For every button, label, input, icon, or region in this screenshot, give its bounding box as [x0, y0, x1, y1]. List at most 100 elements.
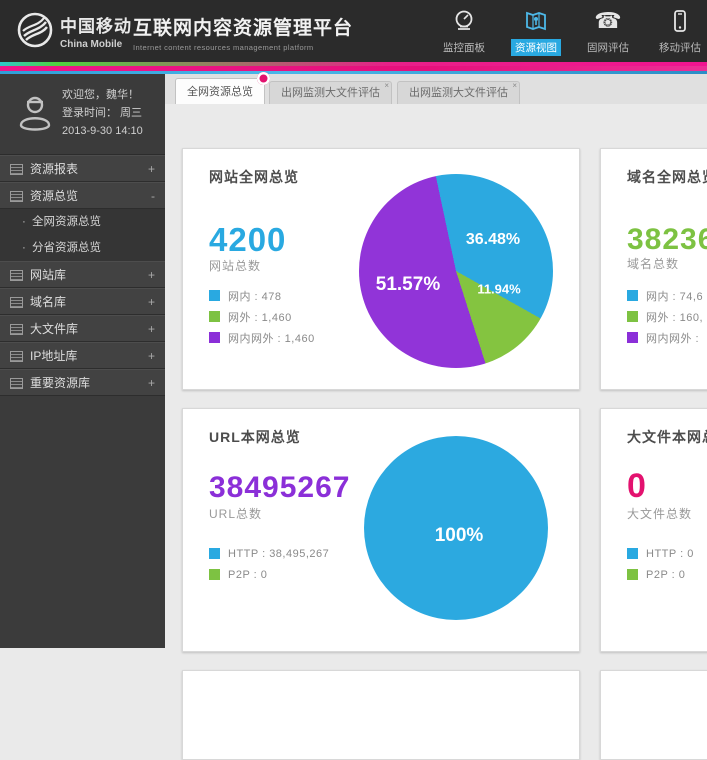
legend-text: P2P : 0 [228, 569, 267, 581]
library-icon [10, 297, 23, 308]
sidebar-subitem-province-overview[interactable]: · 分省资源总览 [0, 235, 165, 261]
stat-label: 网站总数 [209, 257, 261, 274]
sidebar-menu: 资源报表 + 资源总览 - · 全网资源总览 · 分省资源总览 网站库 + 域名… [0, 155, 165, 396]
bullet-icon: · [22, 235, 26, 261]
nav-item-mobile-eval[interactable]: 移动评估 [644, 5, 707, 56]
legend-text: 网内网外 : 1,460 [228, 330, 315, 346]
legend-swatch [209, 332, 220, 343]
sidebar-item-important-resource-library[interactable]: 重要资源库 + [0, 369, 165, 396]
app-header: 中国移动 China Mobile 互联网内容资源管理平台 Internet c… [0, 0, 707, 62]
china-mobile-logo-icon [16, 11, 54, 49]
nav-label[interactable]: 移动评估 [655, 39, 705, 56]
legend: 网内 : 74,6 网外 : 160, 网内网外 : [627, 285, 703, 348]
report-icon [10, 164, 23, 175]
legend-item: HTTP : 38,495,267 [209, 543, 329, 564]
sidebar-item-resource-report[interactable]: 资源报表 + [0, 155, 165, 182]
dashboard-icon [428, 5, 500, 37]
sidebar-item-bigfile-library[interactable]: 大文件库 + [0, 315, 165, 342]
card-next-row [182, 670, 580, 760]
stat-number: 38495267 [209, 471, 350, 505]
legend-item: 网外 : 1,460 [209, 306, 315, 327]
sidebar-item-website-library[interactable]: 网站库 + [0, 261, 165, 288]
nav-item-monitor-panel[interactable]: 监控面板 [428, 5, 500, 56]
legend: 网内 : 478 网外 : 1,460 网内网外 : 1,460 [209, 285, 315, 348]
sidebar-item-ip-library[interactable]: IP地址库 + [0, 342, 165, 369]
app-subtitle: Internet content resources management pl… [133, 43, 353, 52]
card-title: URL本网总览 [209, 427, 301, 447]
sidebar-item-domain-library[interactable]: 域名库 + [0, 288, 165, 315]
stat-number: 4200 [209, 221, 286, 259]
expand-plus-icon[interactable]: + [148, 343, 155, 369]
stat-label: URL总数 [209, 505, 262, 522]
dashboard-content: 网站全网总览 4200 网站总数 网内 : 478 网外 : 1,460 网内网… [165, 104, 707, 648]
card-title: 域名全网总览 [627, 167, 707, 187]
legend-item: 网内 : 74,6 [627, 285, 703, 306]
expand-plus-icon[interactable]: + [148, 156, 155, 182]
legend-item: 网外 : 160, [627, 306, 703, 327]
legend-item: 网内网外 : [627, 327, 703, 348]
tab-outbound-bigfile-eval-1[interactable]: 出网监测大文件评估 × [269, 81, 392, 104]
tab-label: 出网监测大文件评估 [409, 87, 508, 99]
sidebar-item-label: 大文件库 [30, 322, 78, 336]
tab-outbound-bigfile-eval-2[interactable]: 出网监测大文件评估 × [397, 81, 520, 104]
collapse-minus-icon[interactable]: - [151, 183, 155, 209]
sidebar-subitem-label: 全网资源总览 [32, 216, 101, 228]
close-icon[interactable]: × [384, 82, 389, 90]
expand-plus-icon[interactable]: + [148, 289, 155, 315]
legend-item: HTTP : 0 [627, 543, 694, 564]
stat-number: 382361 [627, 223, 707, 257]
legend-swatch [627, 311, 638, 322]
legend-text: 网内网外 : [646, 330, 699, 346]
sidebar-item-resource-overview[interactable]: 资源总览 - [0, 182, 165, 209]
card-title: 大文件本网总览 [627, 427, 707, 447]
legend-swatch [627, 569, 638, 580]
sidebar-item-label: 重要资源库 [30, 376, 90, 390]
sidebar-item-label: 网站库 [30, 268, 66, 282]
expand-plus-icon[interactable]: + [148, 262, 155, 288]
library-icon [10, 378, 23, 389]
nav-label[interactable]: 监控面板 [439, 39, 489, 56]
top-nav: 监控面板 资源视图 ☎ 固网评估 [428, 5, 707, 56]
card-title: 网站全网总览 [209, 167, 299, 187]
app-title-block: 互联网内容资源管理平台 Internet content resources m… [133, 13, 353, 52]
legend: HTTP : 0 P2P : 0 [627, 543, 694, 585]
nav-item-fixed-network-eval[interactable]: ☎ 固网评估 [572, 5, 644, 56]
brand-name-en: China Mobile [60, 39, 132, 50]
user-avatar-icon [13, 91, 57, 135]
expand-plus-icon[interactable]: + [148, 316, 155, 342]
library-icon [10, 324, 23, 335]
mobile-icon [644, 5, 707, 37]
legend-swatch [627, 548, 638, 559]
tab-whole-network-overview[interactable]: 全网资源总览 [175, 78, 265, 104]
nav-label[interactable]: 资源视图 [511, 39, 561, 56]
legend-swatch [209, 548, 220, 559]
bullet-icon: · [22, 209, 26, 235]
login-time-label: 登录时间： 周三 [62, 104, 143, 122]
stat-number: 0 [627, 467, 647, 506]
sidebar-item-label: IP地址库 [30, 349, 77, 363]
card-next-row [600, 670, 707, 760]
welcome-text: 欢迎您，魏华！ [62, 86, 143, 104]
pie-slice-label: 100% [435, 525, 484, 547]
sidebar-item-label: 域名库 [30, 295, 66, 309]
legend-text: 网内 : 478 [228, 288, 282, 304]
pie-slice-label: 11.94% [477, 282, 520, 297]
brand-block: 中国移动 China Mobile [60, 12, 132, 50]
accent-stripes [0, 62, 707, 74]
legend-swatch [627, 332, 638, 343]
nav-item-resource-view[interactable]: 资源视图 [500, 5, 572, 56]
card-website-overview: 网站全网总览 4200 网站总数 网内 : 478 网外 : 1,460 网内网… [182, 148, 580, 390]
sidebar-item-label: 资源总览 [30, 189, 78, 203]
sidebar-item-label: 资源报表 [30, 162, 78, 176]
legend-item: P2P : 0 [627, 564, 694, 585]
nav-label[interactable]: 固网评估 [583, 39, 633, 56]
legend: HTTP : 38,495,267 P2P : 0 [209, 543, 329, 585]
report-icon [10, 191, 23, 202]
legend-swatch [209, 290, 220, 301]
stat-label: 大文件总数 [627, 505, 692, 522]
library-icon [10, 351, 23, 362]
expand-plus-icon[interactable]: + [148, 370, 155, 396]
close-icon[interactable]: × [512, 82, 517, 90]
sidebar-subitem-whole-network-overview[interactable]: · 全网资源总览 [0, 209, 165, 235]
card-bigfile-overview: 大文件本网总览 0 大文件总数 HTTP : 0 P2P : 0 [600, 408, 707, 652]
